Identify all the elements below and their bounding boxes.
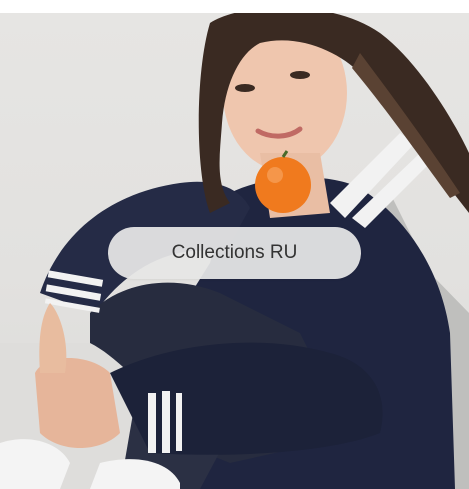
collection-card[interactable]: Collections RU bbox=[0, 0, 469, 489]
collections-button[interactable]: Collections RU bbox=[108, 227, 361, 279]
